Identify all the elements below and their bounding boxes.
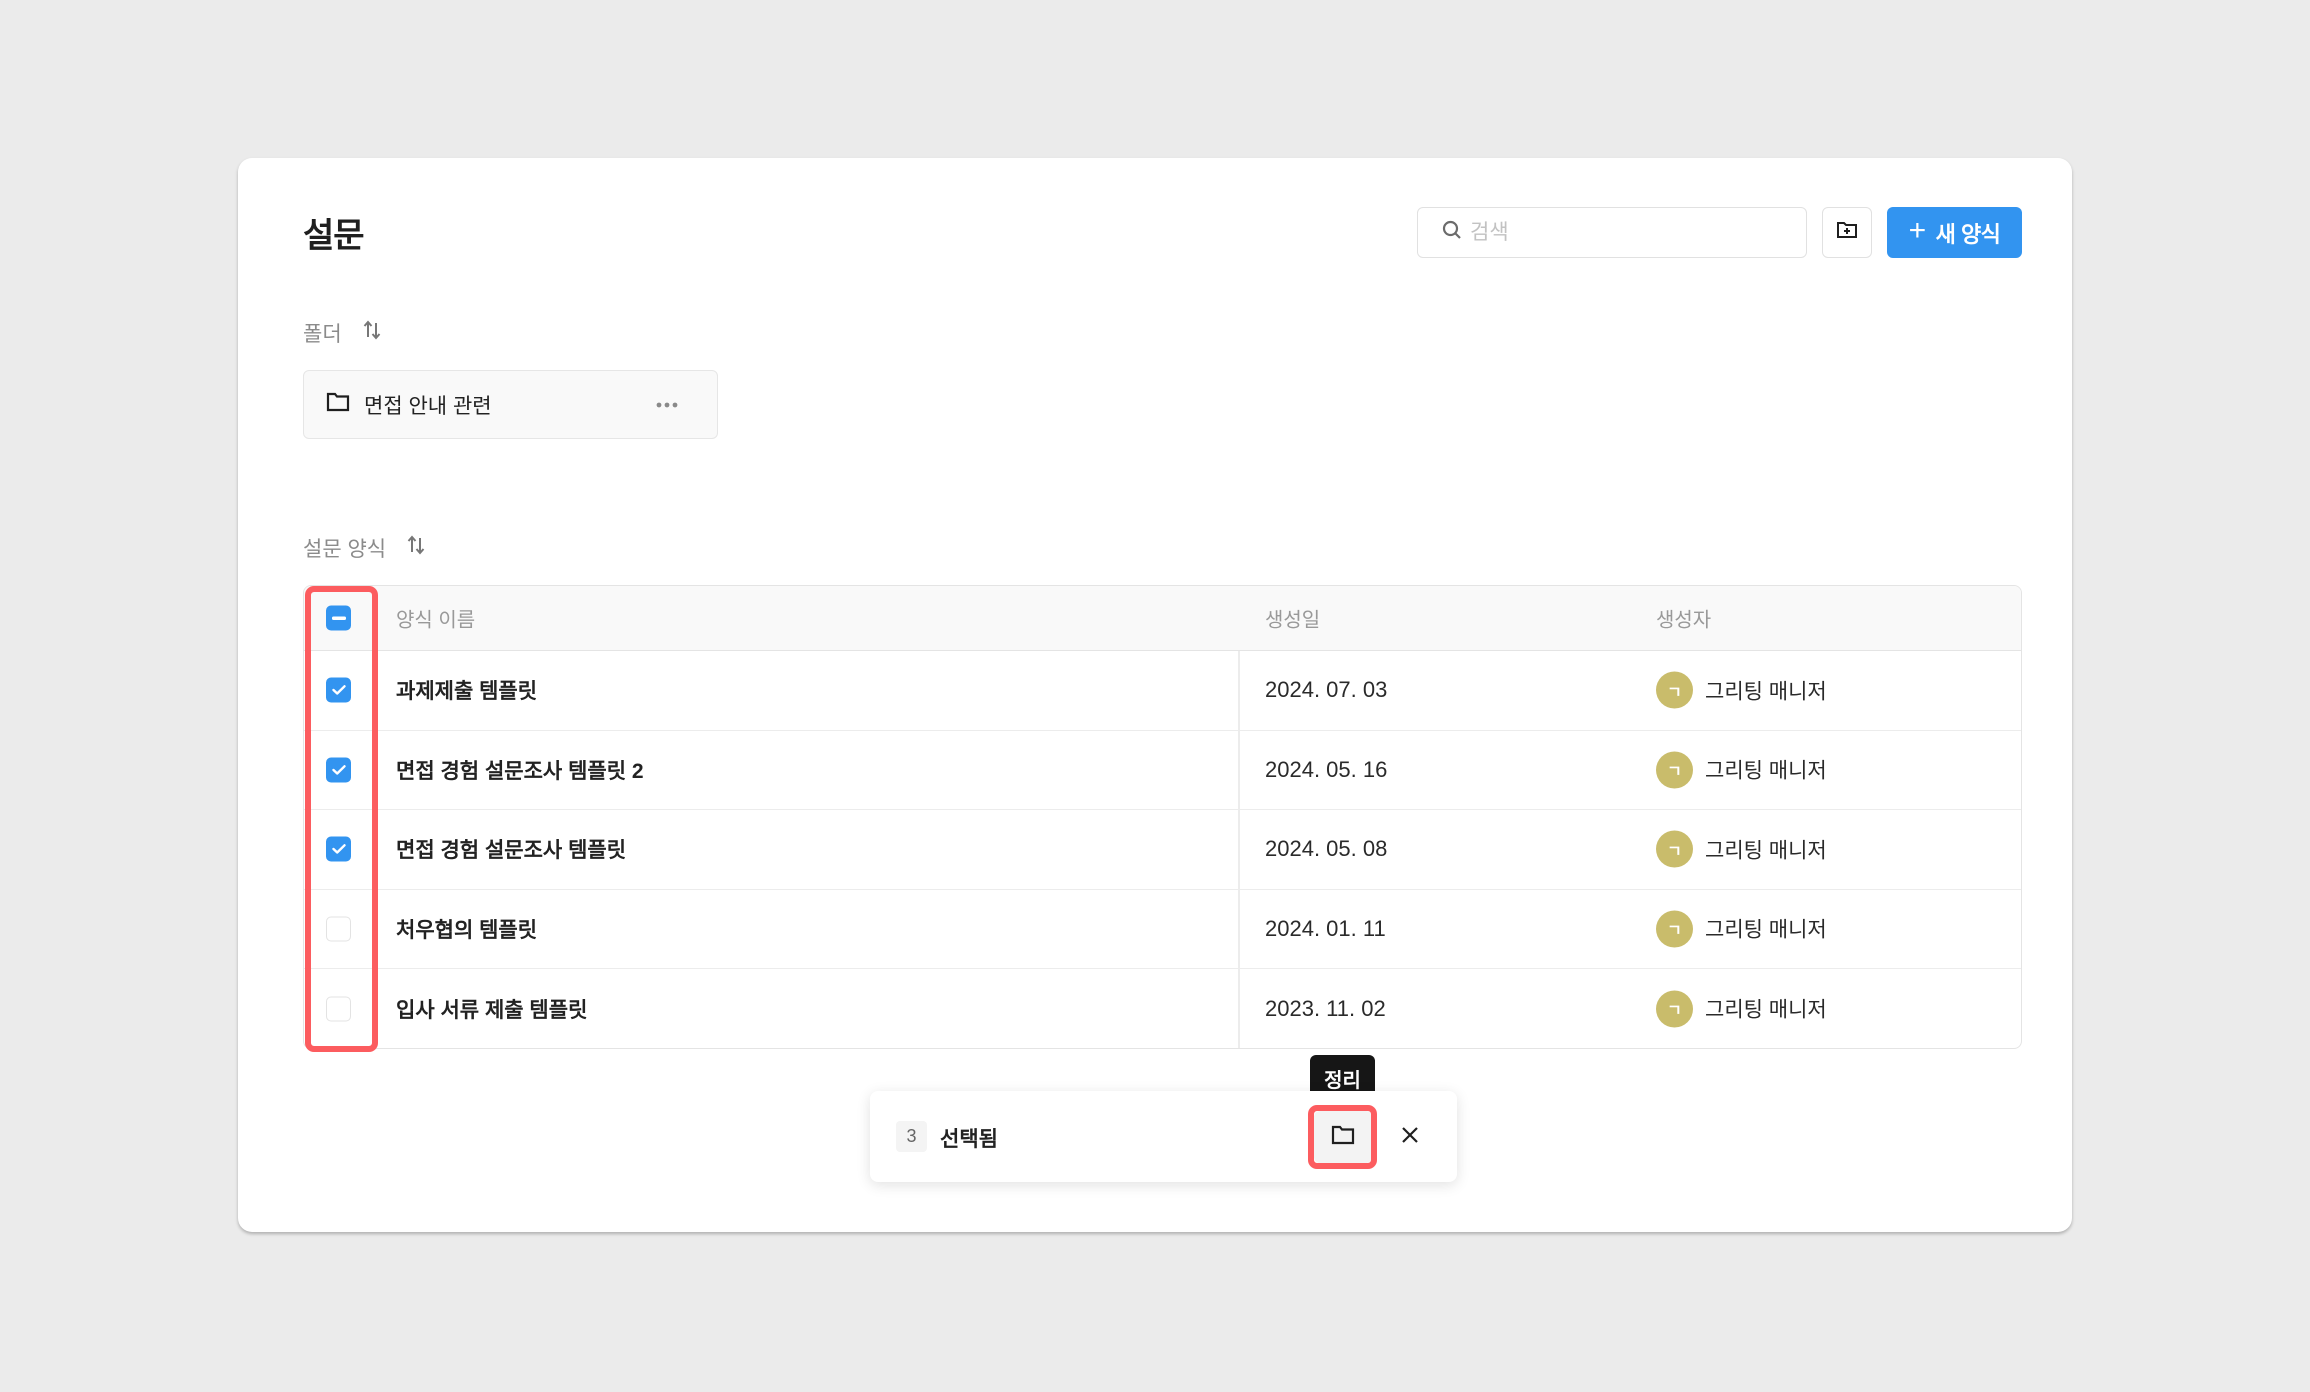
table-row[interactable]: 입사 서류 제출 템플릿 2023. 11. 02 ㄱ 그리팅 매니저 <box>304 969 2021 1048</box>
avatar: ㄱ <box>1656 751 1693 789</box>
column-divider <box>1238 889 1240 968</box>
table-row[interactable]: 처우협의 템플릿 2024. 01. 11 ㄱ 그리팅 매니저 <box>304 889 2021 969</box>
author-cell: ㄱ 그리팅 매니저 <box>1656 910 1827 948</box>
table-row[interactable]: 과제제출 템플릿 2024. 07. 03 ㄱ 그리팅 매니저 <box>304 651 2021 731</box>
form-name[interactable]: 처우협의 템플릿 <box>396 914 537 944</box>
folders-label: 폴더 <box>303 323 342 346</box>
new-form-button[interactable]: + 새 양식 <box>1887 207 2022 258</box>
column-divider <box>1238 651 1240 730</box>
more-horizontal-icon[interactable] <box>642 401 692 409</box>
column-header-name[interactable]: 양식 이름 <box>396 604 475 633</box>
column-divider <box>1238 730 1240 809</box>
created-date: 2024. 05. 08 <box>1265 836 1388 862</box>
table-row[interactable]: 면접 경험 설문조사 템플릿 2 2024. 05. 16 ㄱ 그리팅 매니저 <box>304 730 2021 810</box>
author-name: 그리팅 매니저 <box>1705 918 1827 942</box>
table-header: 양식 이름 생성일 생성자 <box>304 586 2021 651</box>
organize-button[interactable] <box>1314 1111 1372 1163</box>
row-checkbox[interactable] <box>326 836 351 862</box>
created-date: 2024. 01. 11 <box>1265 915 1386 941</box>
folder-plus-icon <box>1835 218 1859 247</box>
avatar: ㄱ <box>1656 910 1693 948</box>
selected-label: 선택됨 <box>940 1128 998 1151</box>
close-icon <box>1400 1125 1420 1150</box>
search-icon <box>1440 218 1464 247</box>
table-row[interactable]: 면접 경험 설문조사 템플릿 2024. 05. 08 ㄱ 그리팅 매니저 <box>304 810 2021 890</box>
form-name[interactable]: 입사 서류 제출 템플릿 <box>396 994 587 1024</box>
avatar: ㄱ <box>1656 830 1693 868</box>
forms-table: 양식 이름 생성일 생성자 과제제출 템플릿 2024. 07. 03 ㄱ 그리팅 매… <box>303 585 2022 1049</box>
folder-icon <box>1331 1124 1355 1151</box>
avatar: ㄱ <box>1656 671 1693 709</box>
column-header-author[interactable]: 생성자 <box>1656 604 1711 633</box>
author-name: 그리팅 매니저 <box>1705 680 1827 704</box>
new-form-label: 새 양식 <box>1935 221 2001 247</box>
form-name[interactable]: 과제제출 템플릿 <box>396 675 537 705</box>
author-cell: ㄱ 그리팅 매니저 <box>1656 671 1827 709</box>
sort-arrows-icon[interactable] <box>406 534 426 562</box>
plus-icon: + <box>1908 214 1927 247</box>
new-folder-button[interactable] <box>1822 207 1872 258</box>
folders-section-header: 폴더 <box>303 318 382 348</box>
author-cell: ㄱ 그리팅 매니저 <box>1656 830 1827 868</box>
author-name: 그리팅 매니저 <box>1705 998 1827 1022</box>
selected-count-badge: 3 <box>896 1121 927 1152</box>
minus-icon <box>331 616 346 620</box>
folder-icon <box>326 391 350 418</box>
column-header-date[interactable]: 생성일 <box>1265 604 1320 633</box>
check-icon <box>331 764 346 775</box>
created-date: 2023. 11. 02 <box>1265 995 1386 1021</box>
select-all-checkbox[interactable] <box>326 605 351 631</box>
check-icon <box>331 685 346 695</box>
row-checkbox[interactable] <box>326 757 351 783</box>
author-name: 그리팅 매니저 <box>1705 839 1827 863</box>
form-name[interactable]: 면접 경험 설문조사 템플릿 <box>396 834 626 864</box>
created-date: 2024. 07. 03 <box>1265 677 1388 703</box>
author-cell: ㄱ 그리팅 매니저 <box>1656 751 1827 789</box>
form-name[interactable]: 면접 경험 설문조사 템플릿 2 <box>396 755 644 785</box>
close-selection-button[interactable] <box>1390 1117 1430 1157</box>
row-checkbox[interactable] <box>326 916 351 942</box>
selection-action-bar: 3 선택됨 <box>870 1091 1457 1182</box>
column-divider <box>1238 810 1240 889</box>
forms-section-header: 설문 양식 <box>303 533 426 563</box>
folder-item[interactable]: 면접 안내 관련 <box>303 370 718 439</box>
page-title: 설문 <box>303 217 365 255</box>
author-name: 그리팅 매니저 <box>1705 759 1827 783</box>
created-date: 2024. 05. 16 <box>1265 756 1388 782</box>
search-input[interactable] <box>1470 220 1790 245</box>
sort-arrows-icon[interactable] <box>362 319 382 347</box>
row-checkbox[interactable] <box>326 677 351 703</box>
row-checkbox[interactable] <box>326 996 351 1022</box>
search-box[interactable] <box>1417 207 1807 258</box>
column-divider <box>1238 969 1240 1048</box>
author-cell: ㄱ 그리팅 매니저 <box>1656 990 1827 1028</box>
forms-label: 설문 양식 <box>303 538 387 561</box>
avatar: ㄱ <box>1656 990 1693 1028</box>
folder-name: 면접 안내 관련 <box>364 394 492 418</box>
check-icon <box>331 844 346 854</box>
